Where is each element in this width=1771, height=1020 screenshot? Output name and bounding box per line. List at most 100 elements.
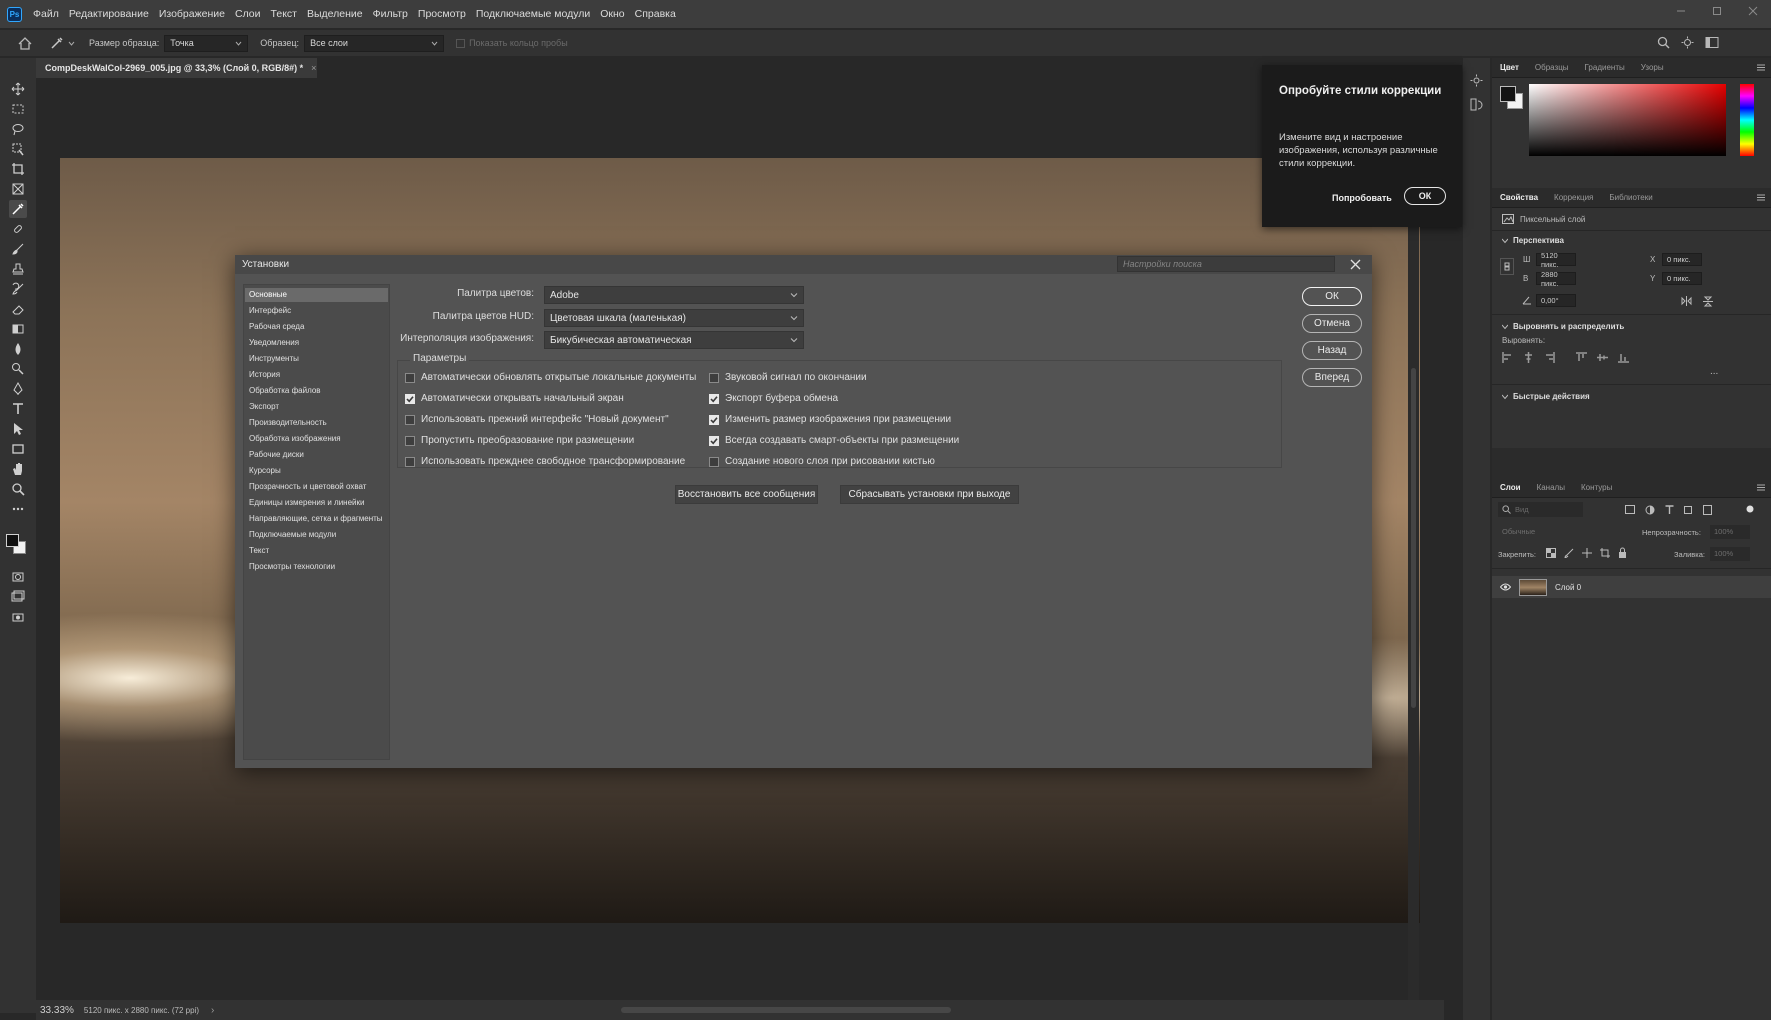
option-export-clipboard[interactable]: Экспорт буфера обмена xyxy=(709,393,838,404)
nav-image-processing[interactable]: Обработка изображения xyxy=(245,432,388,446)
y-field[interactable]: 0 пикс. xyxy=(1662,272,1702,285)
menu-window[interactable]: Окно xyxy=(595,0,629,28)
checkbox[interactable] xyxy=(405,414,415,425)
try-it-button[interactable]: Попробовать xyxy=(1332,190,1392,206)
nav-tools[interactable]: Инструменты xyxy=(245,352,388,366)
tab-gradients[interactable]: Градиенты xyxy=(1577,58,1633,78)
chevron-down-icon[interactable] xyxy=(68,40,75,47)
checkbox[interactable] xyxy=(709,456,719,467)
ok-button[interactable]: ОК xyxy=(1302,287,1362,306)
tab-swatches[interactable]: Образцы xyxy=(1527,58,1577,78)
layer-name[interactable]: Слой 0 xyxy=(1555,583,1581,592)
menu-view[interactable]: Просмотр xyxy=(413,0,471,28)
nav-units-rulers[interactable]: Единицы измерения и линейки xyxy=(245,496,388,510)
opacity-field[interactable]: 100% xyxy=(1710,525,1750,539)
reset-prefs-on-quit-button[interactable]: Сбрасывать установки при выходе xyxy=(840,485,1019,504)
nav-guides-grid[interactable]: Направляющие, сетка и фрагменты xyxy=(245,512,388,526)
next-button[interactable]: Вперед xyxy=(1302,368,1362,387)
sample-size-select[interactable]: Точка xyxy=(164,34,249,52)
close-window-icon[interactable] xyxy=(1735,0,1771,22)
workspace-icon[interactable] xyxy=(1705,36,1719,49)
nav-workspace[interactable]: Рабочая среда xyxy=(245,320,388,334)
tab-channels[interactable]: Каналы xyxy=(1529,478,1573,498)
checkbox-checked[interactable] xyxy=(709,435,719,446)
option-legacy-new-doc[interactable]: Использовать прежний интерфейс "Новый до… xyxy=(405,414,669,425)
align-right-icon[interactable] xyxy=(1544,352,1555,363)
lock-all-icon[interactable] xyxy=(1618,547,1627,558)
tooltip-ok-button[interactable]: ОК xyxy=(1404,187,1446,205)
align-left-icon[interactable] xyxy=(1502,352,1513,363)
tab-color[interactable]: Цвет xyxy=(1492,58,1527,78)
x-field[interactable]: 0 пикс. xyxy=(1662,253,1702,266)
scrollbar-thumb[interactable] xyxy=(1411,368,1416,708)
nav-notifications[interactable]: Уведомления xyxy=(245,336,388,350)
height-field[interactable]: 2880 пикс. xyxy=(1536,270,1576,288)
dialog-titlebar[interactable]: Установки Настройки поиска xyxy=(235,255,1372,274)
nav-plugins[interactable]: Подключаемые модули xyxy=(245,528,388,542)
foreground-swatch[interactable] xyxy=(1500,86,1516,102)
more-tools-icon[interactable] xyxy=(9,500,27,518)
foreground-color-icon[interactable] xyxy=(6,534,19,547)
checkbox-checked[interactable] xyxy=(405,393,415,404)
marquee-tool-icon[interactable] xyxy=(9,100,27,118)
hue-slider[interactable] xyxy=(1740,84,1754,156)
dodge-tool-icon[interactable] xyxy=(9,360,27,378)
checkbox[interactable] xyxy=(709,372,719,383)
option-auto-update-docs[interactable]: Автоматически обновлять открытые локальн… xyxy=(405,372,696,383)
history-brush-tool-icon[interactable] xyxy=(9,280,27,298)
close-tab-icon[interactable]: × xyxy=(311,63,316,73)
frame-tool-icon[interactable] xyxy=(9,180,27,198)
menu-image[interactable]: Изображение xyxy=(154,0,230,28)
lock-transparency-icon[interactable] xyxy=(1546,548,1556,558)
close-icon[interactable] xyxy=(1349,258,1362,271)
option-auto-show-home[interactable]: Автоматически открывать начальный экран xyxy=(405,393,624,404)
checkbox[interactable] xyxy=(405,456,415,467)
hand-tool-icon[interactable] xyxy=(9,460,27,478)
nav-interface[interactable]: Интерфейс xyxy=(245,304,388,318)
filter-smart-object-icon[interactable] xyxy=(1703,505,1712,515)
tab-properties[interactable]: Свойства xyxy=(1492,188,1546,208)
object-select-tool-icon[interactable] xyxy=(9,140,27,158)
nav-type[interactable]: Текст xyxy=(245,544,388,558)
panel-menu-icon[interactable] xyxy=(1757,484,1765,491)
tab-patterns[interactable]: Узоры xyxy=(1633,58,1672,78)
panel-menu-icon[interactable] xyxy=(1757,64,1765,71)
filter-pixel-icon[interactable] xyxy=(1625,505,1635,514)
prev-button[interactable]: Назад xyxy=(1302,341,1362,360)
horizontal-scrollbar[interactable] xyxy=(621,1007,951,1013)
nav-cursors[interactable]: Курсоры xyxy=(245,464,388,478)
color-field[interactable] xyxy=(1529,84,1726,156)
option-new-layer-on-paint[interactable]: Создание нового слоя при рисовании кисть… xyxy=(709,456,935,467)
tab-layers[interactable]: Слои xyxy=(1492,478,1529,498)
align-section-header[interactable]: Выровнять и распределить xyxy=(1502,322,1624,331)
sample-select[interactable]: Все слои xyxy=(304,34,445,52)
checkbox-checked[interactable] xyxy=(709,393,719,404)
lock-pixels-icon[interactable] xyxy=(1564,548,1574,558)
menu-select[interactable]: Выделение xyxy=(302,0,368,28)
brush-tool-icon[interactable] xyxy=(9,240,27,258)
flip-vertical-icon[interactable] xyxy=(1703,296,1713,307)
cancel-button[interactable]: Отмена xyxy=(1302,314,1362,333)
screen-mode-icon[interactable] xyxy=(9,588,27,606)
nav-performance[interactable]: Производительность xyxy=(245,416,388,430)
option-skip-transform[interactable]: Пропустить преобразование при размещении xyxy=(405,435,634,446)
link-dimensions-icon[interactable] xyxy=(1500,258,1514,275)
tab-paths[interactable]: Контуры xyxy=(1573,478,1620,498)
edit-toolbar-icon[interactable] xyxy=(9,608,27,626)
interpolation-select[interactable]: Бикубическая автоматическая xyxy=(544,331,804,349)
filter-toggle-icon[interactable] xyxy=(1746,505,1754,513)
lasso-tool-icon[interactable] xyxy=(9,120,27,138)
discover-panel-icon[interactable] xyxy=(1470,74,1483,87)
align-top-icon[interactable] xyxy=(1576,352,1587,363)
zoom-readout[interactable]: 33.33% xyxy=(40,1005,74,1016)
color-picker-select[interactable]: Adobe xyxy=(544,286,804,304)
eyedropper-tool-icon[interactable] xyxy=(9,200,27,218)
option-legacy-free-transform[interactable]: Использовать прежднее свободное трансфор… xyxy=(405,456,685,467)
filter-type-icon[interactable] xyxy=(1665,505,1674,514)
nav-export[interactable]: Экспорт xyxy=(245,400,388,414)
filter-shape-icon[interactable] xyxy=(1683,505,1693,515)
blur-tool-icon[interactable] xyxy=(9,340,27,358)
reset-warnings-button[interactable]: Восстановить все сообщения xyxy=(675,485,818,504)
quick-mask-icon[interactable] xyxy=(9,568,27,586)
preferences-search-input[interactable]: Настройки поиска xyxy=(1117,256,1335,272)
